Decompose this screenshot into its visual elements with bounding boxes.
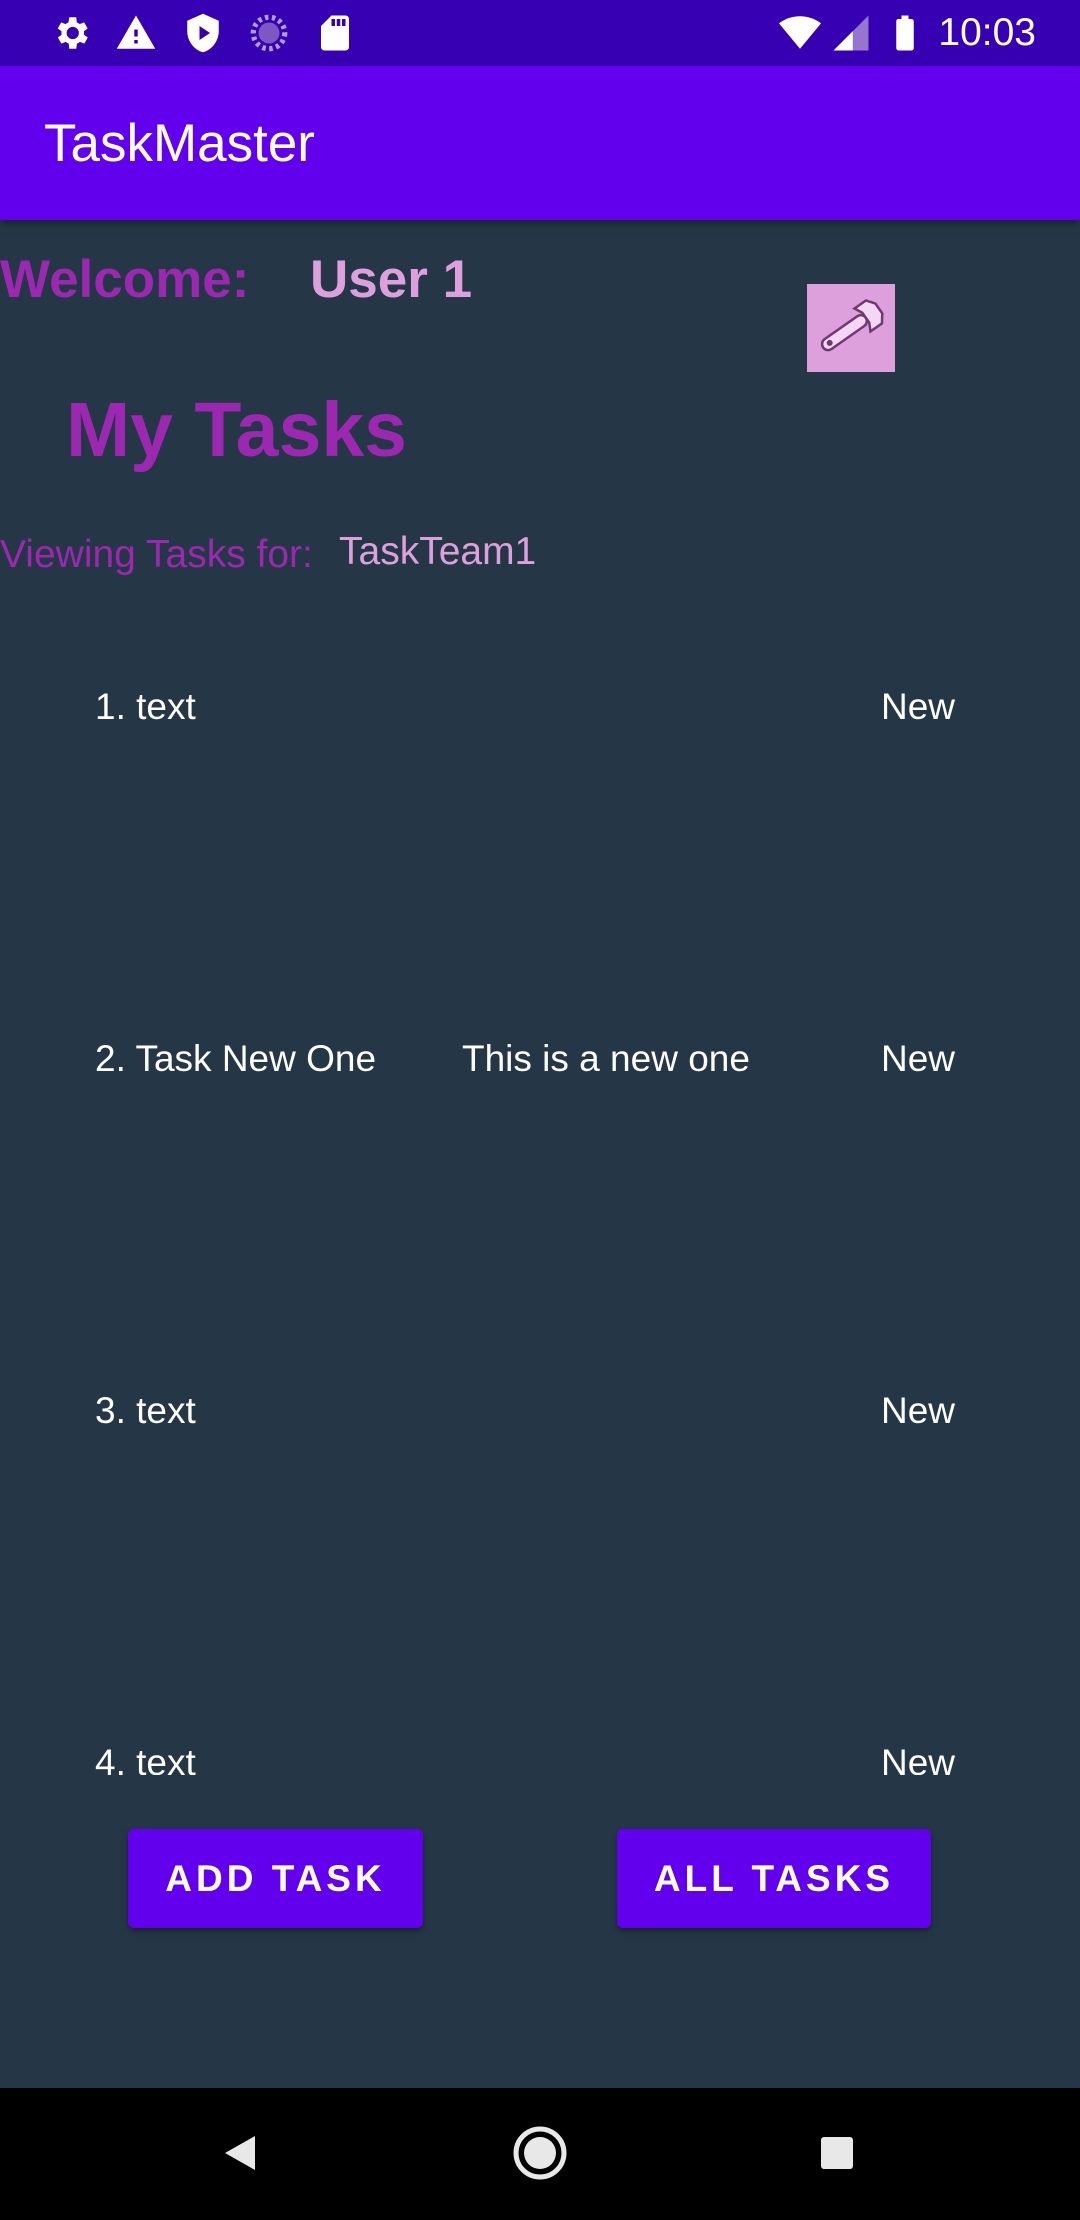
task-body: This is a new one (462, 1038, 750, 1079)
wifi-icon (779, 16, 821, 49)
loading-icon (250, 14, 288, 52)
task-title: 1. text (95, 686, 196, 727)
status-bar: 10:03 (0, 0, 1080, 66)
task-row[interactable]: 4. text New (0, 1696, 1080, 1775)
home-icon[interactable] (505, 2118, 575, 2188)
recents-icon[interactable] (802, 2118, 872, 2188)
signal-icon (833, 15, 869, 51)
page-title: My Tasks (66, 387, 407, 473)
all-tasks-button[interactable]: ALL TASKS (617, 1829, 931, 1928)
welcome-label: Welcome: (0, 250, 250, 309)
task-title: 3. text (95, 1390, 196, 1431)
task-state: New (881, 1390, 956, 1431)
username: User 1 (310, 250, 473, 309)
wrench-icon (820, 299, 884, 352)
screen: 10:03 TaskMaster Welcome: User 1 My Task… (0, 0, 1080, 2220)
settings-button[interactable] (807, 284, 895, 372)
task-row[interactable]: 2. Task New One This is a new one New (0, 992, 1080, 1344)
battery-icon (896, 15, 914, 51)
add-task-button[interactable]: ADD TASK (128, 1829, 423, 1928)
task-title: 2. Task New One (95, 1038, 377, 1079)
navigation-bar (0, 2088, 1080, 2220)
task-row[interactable]: 3. text New (0, 1344, 1080, 1696)
task-title: 4. text (95, 1742, 196, 1775)
team-name: TaskTeam1 (339, 530, 537, 573)
back-icon[interactable] (205, 2118, 275, 2188)
team-label: Viewing Tasks for: (0, 533, 313, 576)
warning-icon (116, 15, 156, 49)
task-row[interactable]: 1. text New (0, 640, 1080, 992)
sd-card-icon (321, 15, 349, 51)
task-state: New (881, 1038, 956, 1079)
status-time: 10:03 (938, 11, 1036, 54)
task-list[interactable]: 1. text New 2. Task New One This is a ne… (0, 640, 1080, 1775)
task-state: New (881, 686, 956, 727)
shield-icon (187, 13, 219, 53)
task-state: New (881, 1742, 956, 1775)
app-title: TaskMaster (44, 114, 315, 173)
settings-icon (57, 17, 88, 49)
app-bar: TaskMaster (0, 66, 1080, 220)
